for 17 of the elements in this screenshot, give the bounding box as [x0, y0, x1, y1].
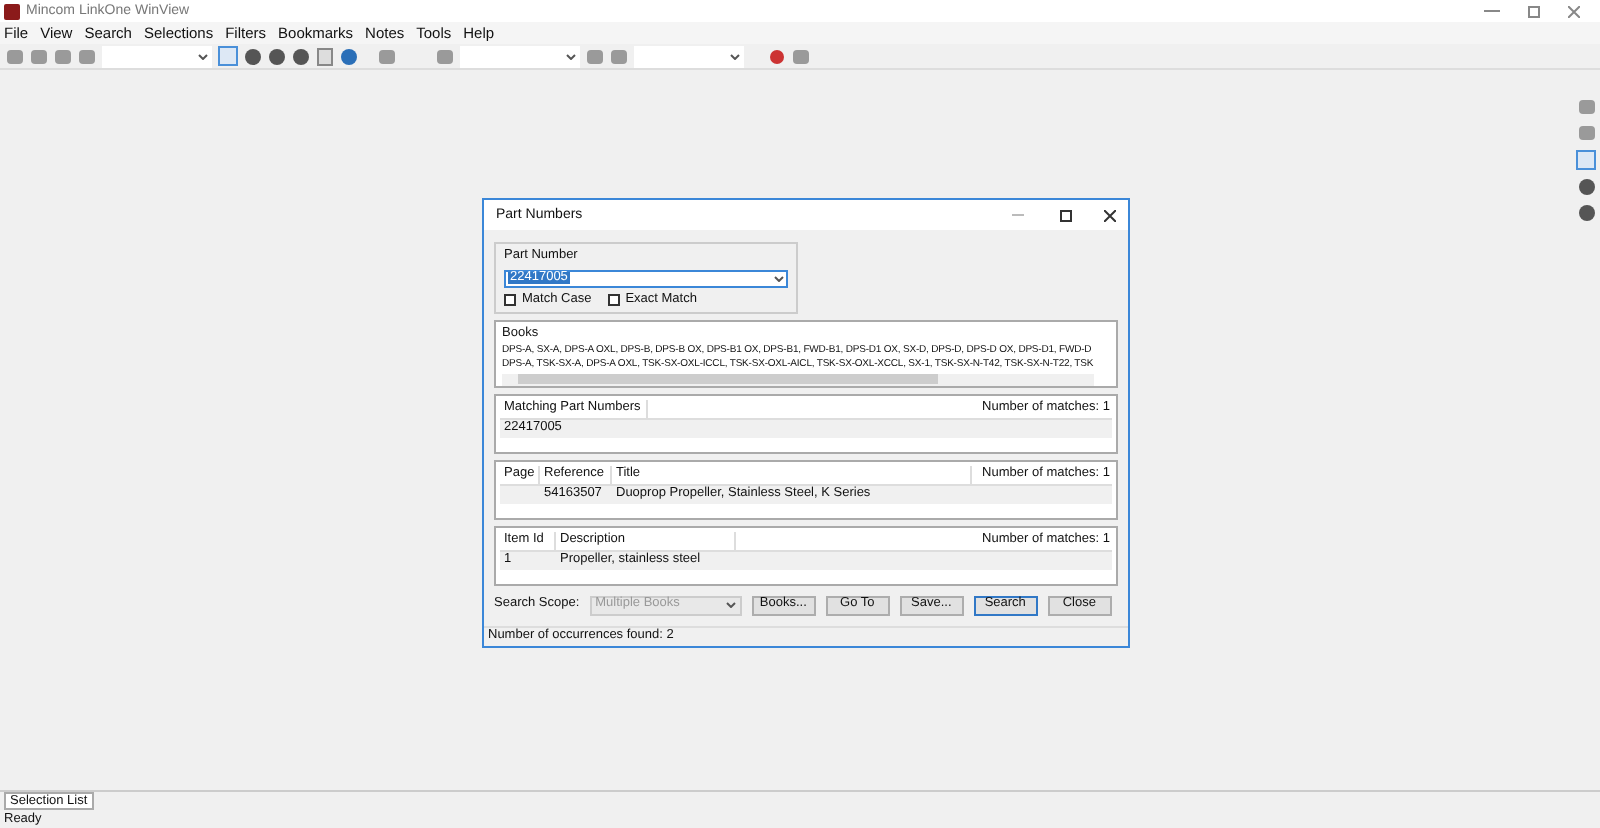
- app-logo-icon: [4, 3, 20, 19]
- caret-icon: [774, 275, 784, 281]
- caret-icon: [725, 602, 736, 608]
- page-icon[interactable]: [316, 47, 334, 65]
- checkbox[interactable]: [504, 293, 516, 306]
- circle-icon[interactable]: [244, 47, 262, 65]
- caret-icon: [566, 53, 576, 59]
- circle-icon[interactable]: [292, 47, 310, 65]
- circle-icon[interactable]: [268, 47, 286, 65]
- checkbox[interactable]: [607, 293, 620, 306]
- fit-page-button[interactable]: [1576, 150, 1596, 170]
- page-toggle-button[interactable]: [218, 46, 238, 66]
- maximize-icon[interactable]: [1060, 209, 1072, 221]
- caret-icon: [730, 53, 740, 59]
- horizontal-scrollbar[interactable]: [502, 373, 1094, 385]
- caret-icon: [198, 53, 208, 59]
- close-icon[interactable]: [1104, 209, 1116, 221]
